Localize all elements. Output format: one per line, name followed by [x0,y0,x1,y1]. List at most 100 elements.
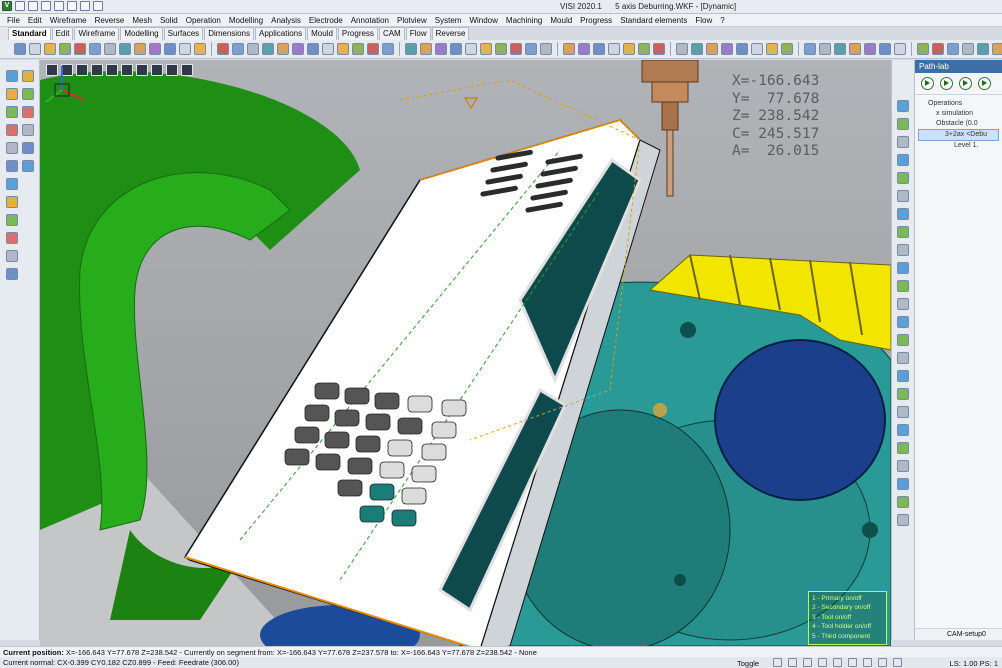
view-icon[interactable] [848,658,857,667]
grid-icon[interactable] [788,658,797,667]
toolbar-tool-icon[interactable] [691,43,703,55]
toolbar-tool-icon[interactable] [179,43,191,55]
toolbar-tool-icon[interactable] [322,43,334,55]
toolbar-tool-icon[interactable] [894,43,906,55]
toolbar-tool-icon[interactable] [917,43,929,55]
toolbar-tool-icon[interactable] [307,43,319,55]
undo-icon[interactable] [67,1,77,11]
tab-dimensions[interactable]: Dimensions [204,27,254,40]
menu-item[interactable]: File [3,14,24,27]
tab-flow[interactable]: Flow [405,27,431,40]
toolbar-tool-icon[interactable] [292,43,304,55]
menu-item[interactable]: Standard elements [616,14,691,27]
right-tool-icon[interactable] [897,496,909,508]
toolbar-tool-icon[interactable] [465,43,477,55]
menu-item[interactable]: Operation [182,14,225,27]
view-wire-icon[interactable] [166,64,178,76]
menu-item[interactable]: Analysis [267,14,305,27]
toolbar-tool-icon[interactable] [29,43,41,55]
menu-item[interactable]: ? [716,14,728,27]
menu-item[interactable]: Modelling [225,14,267,27]
toolbar-tool-icon[interactable] [104,43,116,55]
save-icon[interactable] [41,1,51,11]
tree-item-simulation[interactable]: x simulation [918,109,999,119]
left-tool-icon[interactable] [6,214,18,226]
toolbar-tool-icon[interactable] [608,43,620,55]
toolbar-tool-icon[interactable] [593,43,605,55]
left-tool-icon[interactable] [6,196,18,208]
toolbar-tool-icon[interactable] [721,43,733,55]
toolbar-tool-icon[interactable] [864,43,876,55]
menu-item[interactable]: Edit [24,14,46,27]
right-tool-icon[interactable] [897,262,909,274]
view-bottom-icon[interactable] [136,64,148,76]
left-tool-icon[interactable] [6,250,18,262]
step-icon[interactable] [959,77,972,90]
snap-icon[interactable] [773,658,782,667]
toolbar-tool-icon[interactable] [420,43,432,55]
tab-edit[interactable]: Edit [51,27,74,40]
left-tool-icon[interactable] [22,106,34,118]
toolbar-tool-icon[interactable] [277,43,289,55]
right-tool-icon[interactable] [897,352,909,364]
right-tool-icon[interactable] [897,424,909,436]
new-file-icon[interactable] [15,1,25,11]
tab-modelling[interactable]: Modelling [120,27,163,40]
right-tool-icon[interactable] [897,190,909,202]
tree-item-level[interactable]: Level 1. [918,141,999,151]
menu-item[interactable]: Mould [546,14,576,27]
right-tool-icon[interactable] [897,442,909,454]
toolbar-tool-icon[interactable] [435,43,447,55]
toolbar-tool-icon[interactable] [947,43,959,55]
toolbar-tool-icon[interactable] [232,43,244,55]
right-tool-icon[interactable] [897,460,909,472]
toolbar-tool-icon[interactable] [495,43,507,55]
left-tool-icon[interactable] [22,70,34,82]
tree-item-operations[interactable]: Operations [918,99,999,109]
left-tool-icon[interactable] [6,142,18,154]
toolbar-tool-icon[interactable] [480,43,492,55]
left-tool-icon[interactable] [6,106,18,118]
play-icon[interactable] [921,77,934,90]
redo-icon[interactable] [80,1,90,11]
toolbar-tool-icon[interactable] [638,43,650,55]
tab-surfaces[interactable]: Surfaces [163,27,204,40]
tab-progress[interactable]: Progress [337,27,378,40]
toolbar-tool-icon[interactable] [932,43,944,55]
toolbar-tool-icon[interactable] [578,43,590,55]
toolbar-tool-icon[interactable] [217,43,229,55]
toolbar-tool-icon[interactable] [164,43,176,55]
right-tool-icon[interactable] [897,118,909,130]
menu-item[interactable]: Flow [691,14,716,27]
tab-reverse[interactable]: Reverse [431,27,470,40]
toolbar-tool-icon[interactable] [74,43,86,55]
toolbar-tool-icon[interactable] [337,43,349,55]
toolbar-tool-icon[interactable] [766,43,778,55]
tab-cam[interactable]: CAM [378,27,405,40]
right-tool-icon[interactable] [897,316,909,328]
left-tool-icon[interactable] [6,178,18,190]
right-tool-icon[interactable] [897,388,909,400]
workplane-icon[interactable] [863,658,872,667]
menu-item[interactable]: Annotation [347,14,393,27]
left-tool-icon[interactable] [22,142,34,154]
left-tool-icon[interactable] [6,124,18,136]
menu-item[interactable]: Plotview [393,14,431,27]
left-tool-icon[interactable] [6,232,18,244]
toolbar-tool-icon[interactable] [525,43,537,55]
left-tool-icon[interactable] [6,88,18,100]
ortho-icon[interactable] [803,658,812,667]
toggle-button[interactable]: Toggle [737,658,759,668]
toolbar-tool-icon[interactable] [992,43,1002,55]
tab-wireframe[interactable]: Wireframe [74,27,120,40]
toolbar-tool-icon[interactable] [653,43,665,55]
tab-applications[interactable]: Applications [254,27,307,40]
left-tool-icon[interactable] [6,268,18,280]
menu-item[interactable]: Mesh [128,14,156,27]
display-icon[interactable] [878,658,887,667]
customize-icon[interactable] [93,1,103,11]
menu-item[interactable]: System [431,14,466,27]
right-tool-icon[interactable] [897,208,909,220]
menu-item[interactable]: Reverse [91,14,129,27]
menu-item[interactable]: Wireframe [46,14,91,27]
